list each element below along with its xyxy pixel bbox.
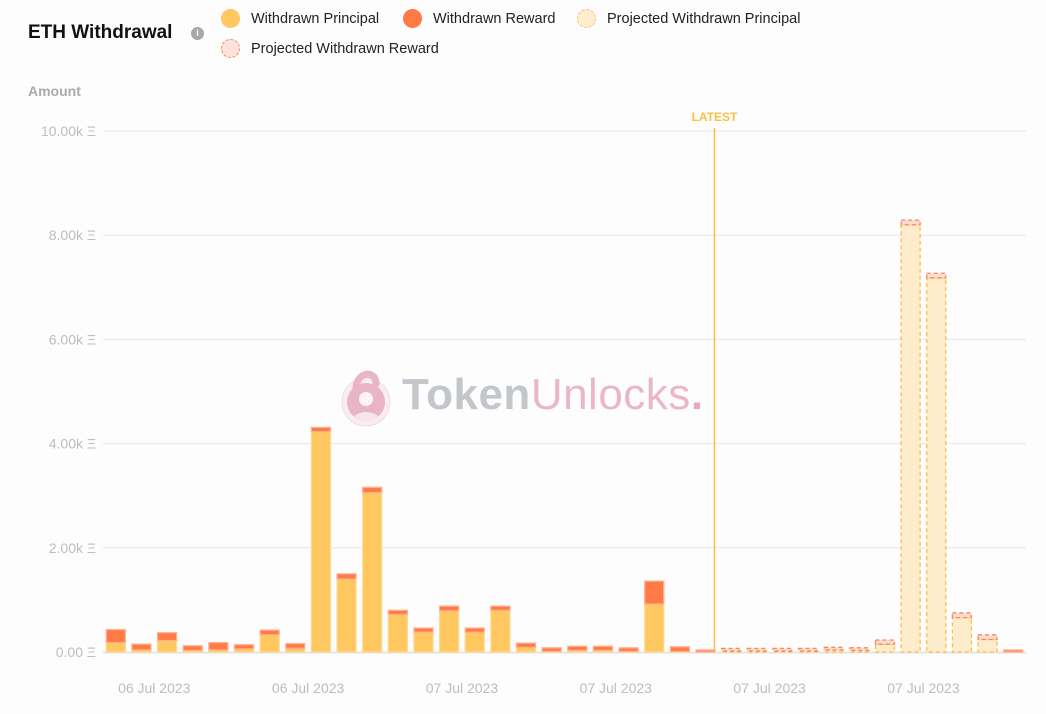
x-tick-label: 07 Jul 2023 [426,680,499,696]
bar-withdrawn-principal [336,578,357,653]
x-tick-label: 06 Jul 2023 [272,680,345,696]
bar-withdrawn-principal [413,631,434,653]
bar-projected-reward [721,647,742,652]
bar-withdrawn-reward [105,628,126,644]
bar-withdrawn-reward [310,426,332,433]
bar-withdrawn-reward [669,646,691,653]
bar-withdrawn-reward [490,605,511,611]
bar-withdrawn-principal [310,430,332,653]
chart-plot-area: 0.00 Ξ 2.00k Ξ 4.00k Ξ 6.00k Ξ 8.00k Ξ 10.00k… [41,110,1026,696]
bar-withdrawn-reward [336,573,357,580]
bar-withdrawn-reward [387,609,408,616]
bar-withdrawn-reward [208,641,229,651]
bar-withdrawn-reward [644,580,665,605]
bar-withdrawn-reward [285,643,306,650]
bar-withdrawn-principal [387,613,408,653]
bar-withdrawn-reward [438,605,460,612]
x-tick-label: 07 Jul 2023 [733,680,806,696]
bar-projected-reward [772,647,793,652]
bar-projected-reward [874,639,896,645]
bar-projected-principal [900,224,921,653]
bar-projected-reward [977,634,998,641]
bar-withdrawn-reward [567,645,588,652]
x-tick-label: 06 Jul 2023 [118,680,191,696]
bar-withdrawn-reward [131,643,152,651]
bar-projected-reward [900,219,921,226]
y-tick-label: 10.00k Ξ [41,123,96,139]
y-tick-label: 2.00k Ξ [49,540,96,556]
bar-projected-reward [926,272,947,279]
bar-projected-reward [797,647,819,652]
bar-withdrawn-reward [464,627,485,633]
y-tick-label: 6.00k Ξ [49,331,96,347]
bar-withdrawn-principal [438,610,460,653]
latest-marker-label: LATEST [692,110,738,124]
bar-withdrawn-principal [515,646,537,653]
bar-withdrawn-principal [490,609,511,653]
bar-withdrawn-reward [1003,649,1024,653]
bar-projected-principal [874,643,896,653]
bar-projected-principal [951,616,973,653]
bar-withdrawn-reward [362,486,383,494]
bar-projected-reward [849,647,870,652]
bar-withdrawn-reward [233,644,255,650]
bar-withdrawn-reward [156,632,178,642]
y-tick-label: 4.00k Ξ [49,436,96,452]
bar-withdrawn-principal [464,631,485,653]
bar-withdrawn-principal [156,639,178,653]
bar-withdrawn-reward [182,645,203,652]
bar-withdrawn-reward [413,627,434,633]
bar-projected-principal [977,638,998,653]
bar-projected-principal [926,277,947,653]
x-tick-label: 07 Jul 2023 [887,680,960,696]
bar-withdrawn-reward [618,647,639,653]
bar-withdrawn-reward [515,642,537,648]
bar-withdrawn-principal [644,603,665,653]
bar-withdrawn-principal [105,641,126,653]
bar-projected-reward [951,612,973,619]
x-tick-label: 07 Jul 2023 [580,680,653,696]
y-tick-label: 0.00 Ξ [56,644,96,660]
bar-projected-reward [746,647,767,652]
bar-withdrawn-reward [695,649,716,653]
bar-projected-reward [823,646,844,651]
bar-withdrawn-reward [259,629,280,636]
y-tick-label: 8.00k Ξ [49,227,96,243]
bar-withdrawn-principal [362,491,383,653]
bar-withdrawn-reward [592,645,614,652]
bar-withdrawn-reward [541,647,562,653]
bar-withdrawn-principal [259,634,280,653]
